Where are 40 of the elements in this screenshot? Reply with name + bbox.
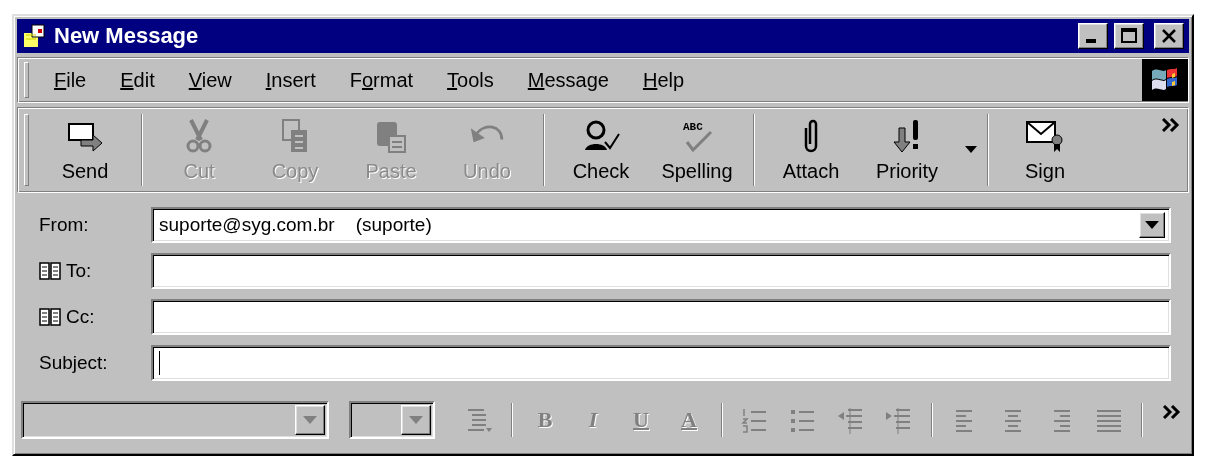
address-book-icon[interactable] bbox=[39, 261, 61, 281]
more-chevron-icon[interactable] bbox=[1162, 118, 1180, 132]
spelling-button[interactable]: ABC Spelling bbox=[649, 110, 745, 190]
maximize-button[interactable] bbox=[1114, 23, 1144, 49]
menu-item[interactable]: File bbox=[37, 68, 104, 92]
close-icon bbox=[1161, 29, 1177, 43]
dropdown-arrow-icon bbox=[303, 416, 317, 424]
field-label: From: bbox=[39, 214, 89, 236]
menu-item[interactable]: Message bbox=[510, 68, 626, 92]
field-label: To: bbox=[66, 260, 92, 282]
maximize-icon bbox=[1121, 28, 1137, 44]
windows-logo-icon bbox=[1142, 59, 1188, 101]
menu-item[interactable]: Insert bbox=[248, 68, 333, 92]
window-title: New Message bbox=[54, 23, 200, 49]
sign-button[interactable]: Sign bbox=[997, 110, 1093, 190]
minimize-icon bbox=[1086, 39, 1096, 43]
menu-item[interactable]: Format bbox=[332, 68, 431, 92]
more-chevron-icon[interactable] bbox=[1163, 405, 1181, 419]
address-book-icon[interactable] bbox=[39, 307, 61, 327]
message-icon bbox=[22, 23, 48, 49]
attach-button[interactable]: Attach bbox=[763, 110, 859, 190]
minimize-button[interactable] bbox=[1078, 23, 1108, 49]
dropdown-arrow-icon bbox=[1145, 221, 1159, 229]
input-field[interactable] bbox=[151, 253, 1171, 289]
sender-dropdown[interactable]: suporte@syg.com.br (suporte) bbox=[151, 207, 1171, 243]
input-field[interactable] bbox=[151, 299, 1171, 335]
menu-item[interactable]: Help bbox=[625, 68, 702, 92]
menu-item[interactable]: Edit bbox=[103, 68, 172, 92]
send-button[interactable]: Send bbox=[37, 110, 133, 190]
input-field[interactable] bbox=[151, 345, 1171, 381]
check-button[interactable]: Check bbox=[553, 110, 649, 190]
dropdown-arrow-icon bbox=[409, 416, 423, 424]
icon-letters: ABC bbox=[683, 120, 703, 133]
menu-item[interactable]: Tools bbox=[430, 68, 511, 92]
menu-item[interactable]: View bbox=[171, 68, 249, 92]
priority-button[interactable]: Priority bbox=[859, 110, 955, 190]
field-label: Subject: bbox=[39, 352, 108, 374]
dropdown-arrow-icon[interactable] bbox=[965, 146, 977, 153]
close-button[interactable] bbox=[1154, 23, 1184, 49]
field-label: Cc: bbox=[66, 306, 95, 328]
